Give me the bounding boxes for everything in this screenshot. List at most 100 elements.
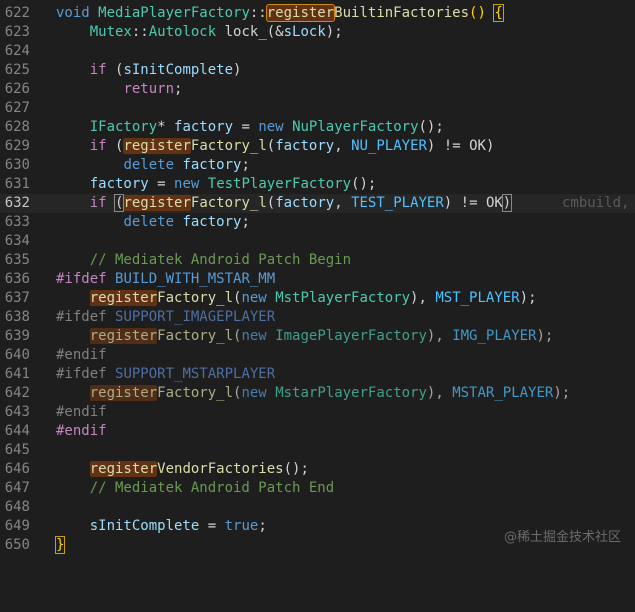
line-number: 626 — [4, 81, 30, 97]
text-cursor — [511, 194, 513, 209]
code-text: Mutex::Autolock lock_(&sLock); — [89, 24, 343, 40]
code-text: return; — [123, 81, 183, 97]
search-match: register — [89, 461, 158, 477]
search-match: register — [123, 138, 191, 154]
code-line[interactable]: 634 — [0, 232, 635, 251]
code-line[interactable]: 639 registerFactory_l(new ImagePlayerFac… — [0, 327, 635, 346]
code-line[interactable]: 622 void MediaPlayerFactory::registerBui… — [0, 4, 635, 23]
line-number: 643 — [4, 404, 30, 420]
code-text: if (registerFactory_l(factory, NU_PLAYER… — [89, 138, 495, 154]
line-number: 636 — [4, 271, 30, 287]
line-number: 644 — [4, 423, 30, 439]
search-match: register — [89, 328, 158, 344]
code-text: } — [54, 536, 66, 555]
search-match: register — [265, 4, 336, 22]
code-line[interactable]: 627 — [0, 99, 635, 118]
code-line[interactable]: 630 delete factory; — [0, 156, 635, 175]
code-editor[interactable]: 622 void MediaPlayerFactory::registerBui… — [0, 4, 635, 555]
line-number: 622 — [4, 5, 30, 21]
code-text: delete factory; — [123, 157, 250, 173]
line-number: 637 — [4, 290, 30, 306]
line-number: 646 — [4, 461, 30, 477]
code-line[interactable]: 643 #endif — [0, 403, 635, 422]
code-line[interactable]: 637 registerFactory_l(new MstPlayerFacto… — [0, 289, 635, 308]
code-line[interactable]: 636 #ifdef BUILD_WITH_MSTAR_MM — [0, 270, 635, 289]
line-number: 623 — [4, 24, 30, 40]
matching-paren: ) — [501, 194, 513, 212]
inline-blame-text: cmbuild, — [562, 195, 630, 211]
current-code-line[interactable]: 632 if (registerFactory_l(factory, TEST_… — [0, 194, 635, 213]
code-text: IFactory* factory = new NuPlayerFactory(… — [89, 119, 444, 135]
line-number: 641 — [4, 366, 30, 382]
line-number: 645 — [4, 442, 30, 458]
code-line[interactable]: 628 IFactory* factory = new NuPlayerFact… — [0, 118, 635, 137]
code-text: registerVendorFactories(); — [89, 461, 309, 477]
code-text: #endif — [56, 404, 107, 420]
code-line[interactable]: 646 registerVendorFactories(); — [0, 460, 635, 479]
code-text: registerFactory_l(new MstarPlayerFactory… — [89, 385, 571, 401]
line-number: 650 — [4, 537, 30, 553]
comment: // Mediatek Android Patch End — [89, 480, 335, 496]
code-line[interactable]: 624 — [0, 42, 635, 61]
code-text: registerFactory_l(new ImagePlayerFactory… — [89, 328, 554, 344]
code-text: registerFactory_l(new MstPlayerFactory),… — [89, 290, 537, 306]
code-text: // Mediatek Android Patch Begin — [56, 251, 351, 270]
code-text: if (sInitComplete) — [89, 62, 242, 78]
code-line[interactable]: 626 return; — [0, 80, 635, 99]
code-line[interactable]: 648 — [0, 498, 635, 517]
comment: // Mediatek Android Patch Begin — [89, 252, 352, 268]
code-line[interactable]: 633 delete factory; — [0, 213, 635, 232]
line-number: 639 — [4, 328, 30, 344]
code-line[interactable]: 635 // Mediatek Android Patch Begin — [0, 251, 635, 270]
line-number: 638 — [4, 309, 30, 325]
line-number: 630 — [4, 157, 30, 173]
line-number: 632 — [4, 195, 30, 211]
code-line[interactable]: 641 #ifdef SUPPORT_MSTARPLAYER — [0, 365, 635, 384]
code-line[interactable]: 629 if (registerFactory_l(factory, NU_PL… — [0, 137, 635, 156]
code-text: #endif — [56, 347, 107, 363]
code-text: factory = new TestPlayerFactory(); — [89, 176, 377, 192]
line-number: 631 — [4, 176, 30, 192]
code-line[interactable]: 625 if (sInitComplete) — [0, 61, 635, 80]
line-number: 627 — [4, 100, 30, 116]
line-number: 633 — [4, 214, 30, 230]
matching-brace: { — [493, 4, 504, 22]
line-number: 634 — [4, 233, 30, 249]
watermark: @稀土掘金技术社区 — [503, 530, 621, 545]
line-number: 635 — [4, 252, 30, 268]
line-number: 647 — [4, 480, 30, 496]
code-line[interactable]: 644 #endif — [0, 422, 635, 441]
code-line[interactable]: 623 Mutex::Autolock lock_(&sLock); — [0, 23, 635, 42]
code-text: #ifdef SUPPORT_IMAGEPLAYER — [56, 309, 276, 325]
line-number: 625 — [4, 62, 30, 78]
matching-brace: } — [54, 536, 66, 554]
line-number: 649 — [4, 518, 30, 534]
line-number: 624 — [4, 43, 30, 59]
code-text: #endif — [56, 423, 107, 439]
code-line[interactable]: 642 registerFactory_l(new MstarPlayerFac… — [0, 384, 635, 403]
code-text: delete factory; — [123, 214, 250, 230]
code-text: sInitComplete = true; — [89, 518, 267, 534]
line-number: 642 — [4, 385, 30, 401]
search-match: register — [89, 385, 158, 401]
search-match: register — [123, 195, 191, 211]
line-number: 629 — [4, 138, 30, 154]
code-line[interactable]: 647 // Mediatek Android Patch End — [0, 479, 635, 498]
code-line[interactable]: 640 #endif — [0, 346, 635, 365]
code-line[interactable]: 645 — [0, 441, 635, 460]
code-line[interactable]: 631 factory = new TestPlayerFactory(); — [0, 175, 635, 194]
line-number: 648 — [4, 499, 30, 515]
search-match: register — [89, 290, 158, 306]
line-number: 628 — [4, 119, 30, 135]
code-text: #ifdef BUILD_WITH_MSTAR_MM — [56, 271, 276, 287]
code-text: // Mediatek Android Patch End — [56, 479, 334, 498]
code-line[interactable]: 638 #ifdef SUPPORT_IMAGEPLAYER — [0, 308, 635, 327]
line-number: 640 — [4, 347, 30, 363]
code-text: #ifdef SUPPORT_MSTARPLAYER — [56, 366, 276, 382]
code-text: void MediaPlayerFactory::registerBuiltin… — [56, 4, 504, 22]
